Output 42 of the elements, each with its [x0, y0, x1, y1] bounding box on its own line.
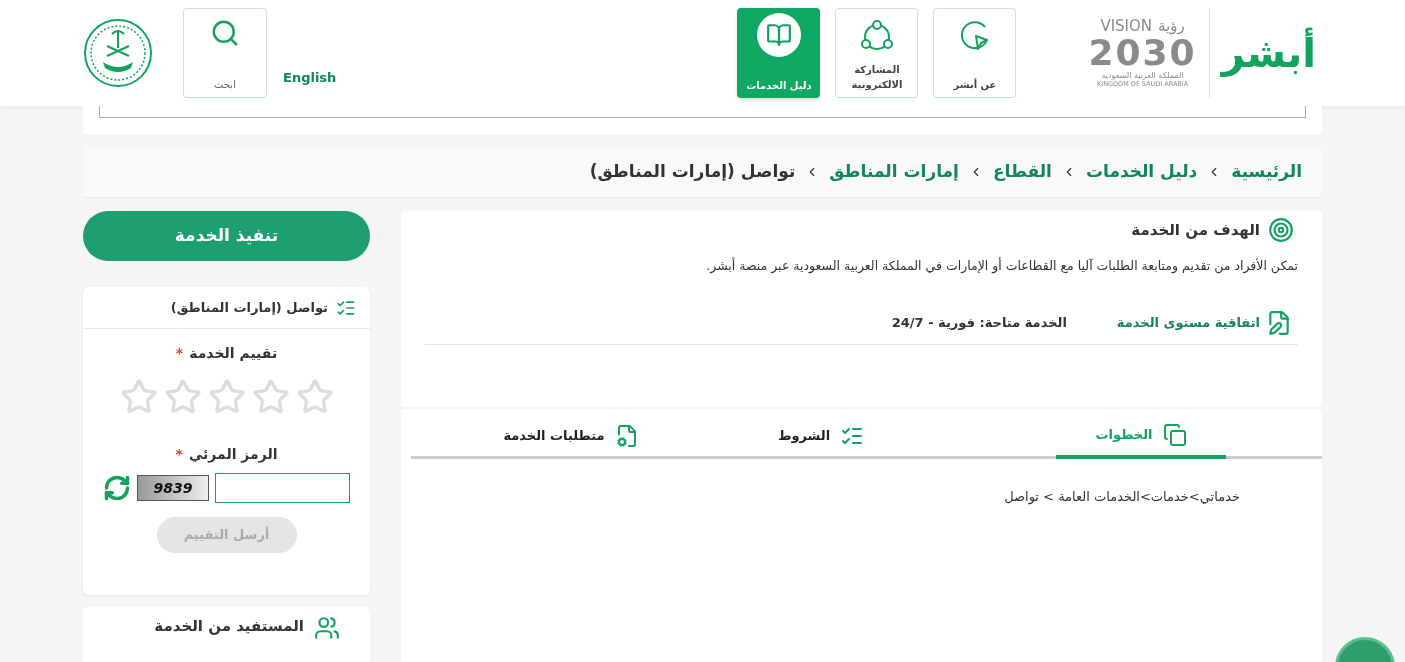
goal-description: تمكن الأفراد من تقديم ومتابعة الطلبات آليا مع القطاعات أو الإمارات في المملكة العربية السعودية عبر منصة أبشر.: [705, 257, 1298, 276]
star-rating[interactable]: [119, 378, 334, 416]
refresh-icon[interactable]: [103, 474, 131, 502]
breadcrumb-link[interactable]: الرئيسية: [1231, 159, 1302, 185]
nav-tile[interactable]: عن أبشر: [933, 8, 1017, 98]
captcha-image: 9839: [137, 475, 209, 501]
execute-service-button[interactable]: تنفيذ الخدمة: [83, 211, 370, 261]
steps-text: خدماتي>خدمات>الخدمات العامة > تواصل: [1003, 488, 1240, 507]
search-tile[interactable]: ابحث: [183, 8, 267, 98]
required-mark: *: [175, 445, 183, 464]
star-icon: [207, 378, 246, 416]
card-title: تواصل (إمارات المناطق): [170, 298, 328, 317]
availability-text: الخدمة متاحة: فورية - 24/7: [891, 314, 1067, 332]
tab[interactable]: الخطوات: [1056, 423, 1226, 459]
star-icon: [251, 378, 290, 416]
rating-label: تقييم الخدمة: [189, 344, 278, 363]
signed-document-icon: [1266, 309, 1292, 336]
breadcrumb-link[interactable]: دليل الخدمات: [1085, 159, 1198, 185]
star-icon: [119, 378, 158, 416]
captcha-input[interactable]: [215, 473, 350, 503]
captcha-label: الرمز المرئي: [188, 445, 278, 465]
breadcrumb-link[interactable]: القطاع: [992, 159, 1052, 185]
book-icon: [756, 13, 801, 57]
star-icon: [163, 378, 202, 416]
emblem-icon: [83, 18, 153, 88]
nav-tile[interactable]: دليل الخدمات: [737, 8, 821, 98]
card-title: المستفيد من الخدمة: [154, 616, 304, 637]
language-link[interactable]: English: [283, 68, 337, 88]
target-icon: [1268, 217, 1294, 243]
section-title: الهدف من الخدمة: [1131, 219, 1260, 241]
steps-icon: [1162, 423, 1187, 447]
people-icon: [314, 615, 340, 641]
required-mark: *: [175, 344, 184, 363]
search-icon: [210, 18, 240, 48]
star-icon: [295, 378, 334, 416]
tab[interactable]: الشروط: [736, 423, 906, 456]
document-gear-icon: [614, 423, 639, 448]
tab[interactable]: متطلبات الخدمة: [486, 423, 656, 456]
nav-tile[interactable]: المشاركة الالكترونية: [835, 8, 919, 98]
breadcrumb-link[interactable]: إمارات المناطق: [829, 159, 959, 185]
sla-link[interactable]: اتفاقية مستوى الخدمة: [1116, 313, 1260, 333]
absher-logo[interactable]: أبشر: [1221, 21, 1316, 85]
